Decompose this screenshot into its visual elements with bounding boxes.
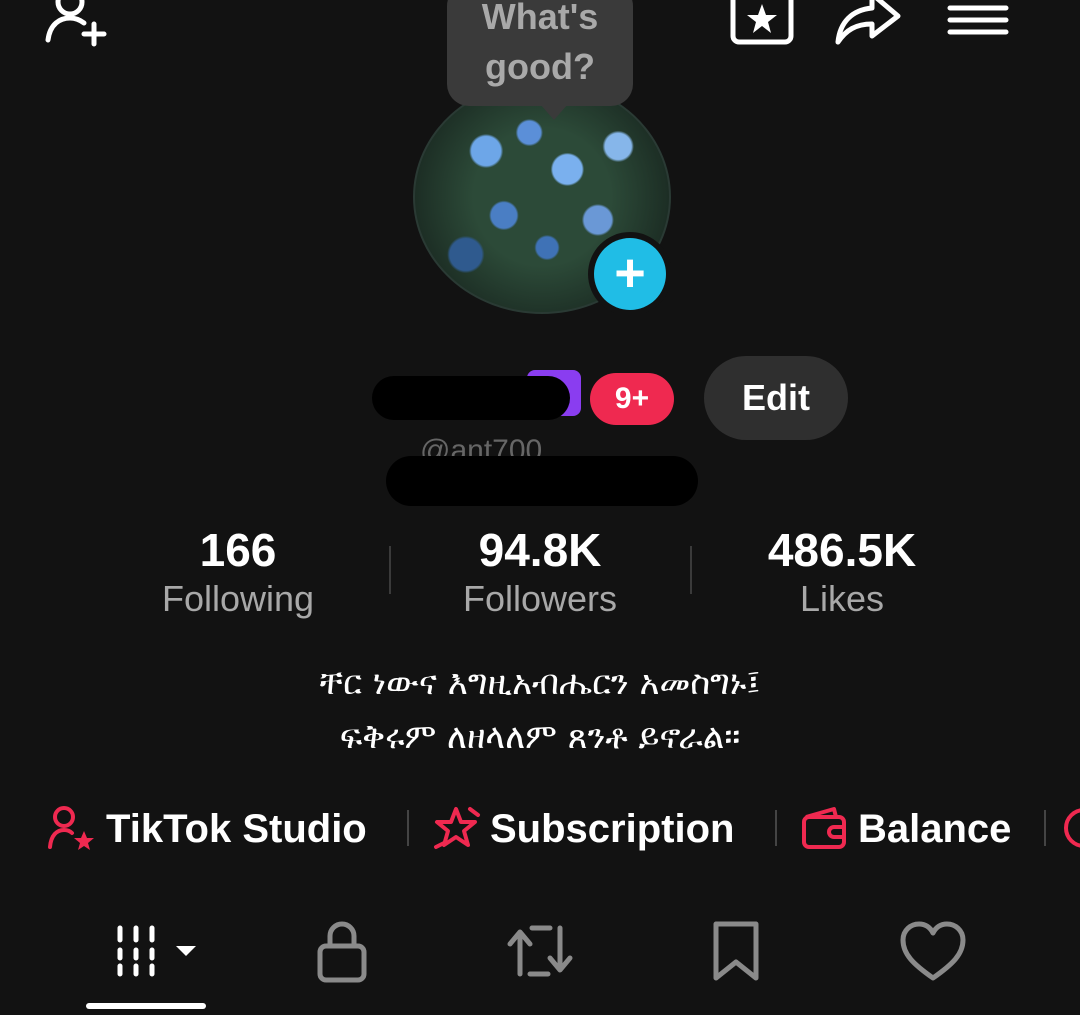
person-star-icon: [48, 806, 94, 850]
stat-following[interactable]: 166 Following: [108, 524, 368, 622]
tab-reposts[interactable]: [500, 916, 580, 986]
plus-icon: +: [594, 238, 666, 310]
balance-label: Balance: [858, 806, 1012, 851]
tab-videos[interactable]: [110, 916, 202, 986]
followers-count: 94.8K: [478, 524, 602, 576]
tab-liked[interactable]: [893, 916, 973, 986]
following-label: Following: [161, 578, 315, 619]
following-count: 166: [199, 524, 277, 576]
redacted-name: [372, 376, 570, 420]
status-tooltip[interactable]: What's good?: [447, 0, 633, 106]
stat-followers[interactable]: 94.8K Followers: [410, 524, 670, 622]
stat-divider: [690, 546, 692, 594]
heart-icon: [900, 921, 966, 981]
tab-private[interactable]: [302, 916, 382, 986]
wallet-icon: [802, 807, 846, 849]
stat-divider: [389, 546, 391, 594]
tiktok-studio-link[interactable]: TikTok Studio: [46, 802, 367, 856]
active-tab-indicator: [86, 1003, 206, 1009]
star-burst-icon: [434, 807, 480, 849]
share-icon[interactable]: [832, 0, 904, 58]
link-divider: [1044, 810, 1046, 846]
more-links-icon[interactable]: [1064, 808, 1080, 848]
followers-label: Followers: [462, 578, 618, 619]
bookmark-icon: [713, 921, 759, 981]
bio-line-2: ፍቅሩም ለዘላለም ጸንቶ ይኖራል።: [339, 717, 741, 757]
profile-bio[interactable]: ቸር ነውና እግዚአብሔርን አመስግኑ፤ ፍቅሩም ለዘላለም ጸንቶ ይኖ…: [0, 656, 1080, 764]
repost-icon: [507, 925, 573, 977]
tooltip-tail: [540, 104, 568, 120]
notification-count-badge[interactable]: 9+: [590, 373, 674, 425]
link-divider: [775, 810, 777, 846]
tooltip-text: What's good?: [481, 0, 599, 87]
edit-profile-button[interactable]: Edit: [704, 356, 848, 440]
lock-icon: [317, 921, 367, 983]
tiktok-studio-label: TikTok Studio: [106, 806, 367, 851]
likes-count: 486.5K: [767, 524, 917, 576]
add-avatar-button[interactable]: +: [588, 232, 672, 316]
add-friend-icon[interactable]: [40, 0, 112, 58]
subscription-label: Subscription: [490, 806, 735, 851]
grid-icon: [117, 925, 196, 977]
favorites-star-icon[interactable]: [728, 0, 796, 58]
redacted-handle: [386, 456, 698, 506]
stat-likes[interactable]: 486.5K Likes: [712, 524, 972, 622]
subscription-link[interactable]: Subscription: [430, 802, 734, 856]
link-divider: [407, 810, 409, 846]
tab-favorites[interactable]: [696, 916, 776, 986]
likes-label: Likes: [799, 578, 885, 619]
menu-icon[interactable]: [944, 0, 1012, 58]
balance-link[interactable]: Balance: [798, 802, 1011, 856]
bio-line-1: ቸር ነውና እግዚአብሔርን አመስግኑ፤: [319, 663, 761, 703]
